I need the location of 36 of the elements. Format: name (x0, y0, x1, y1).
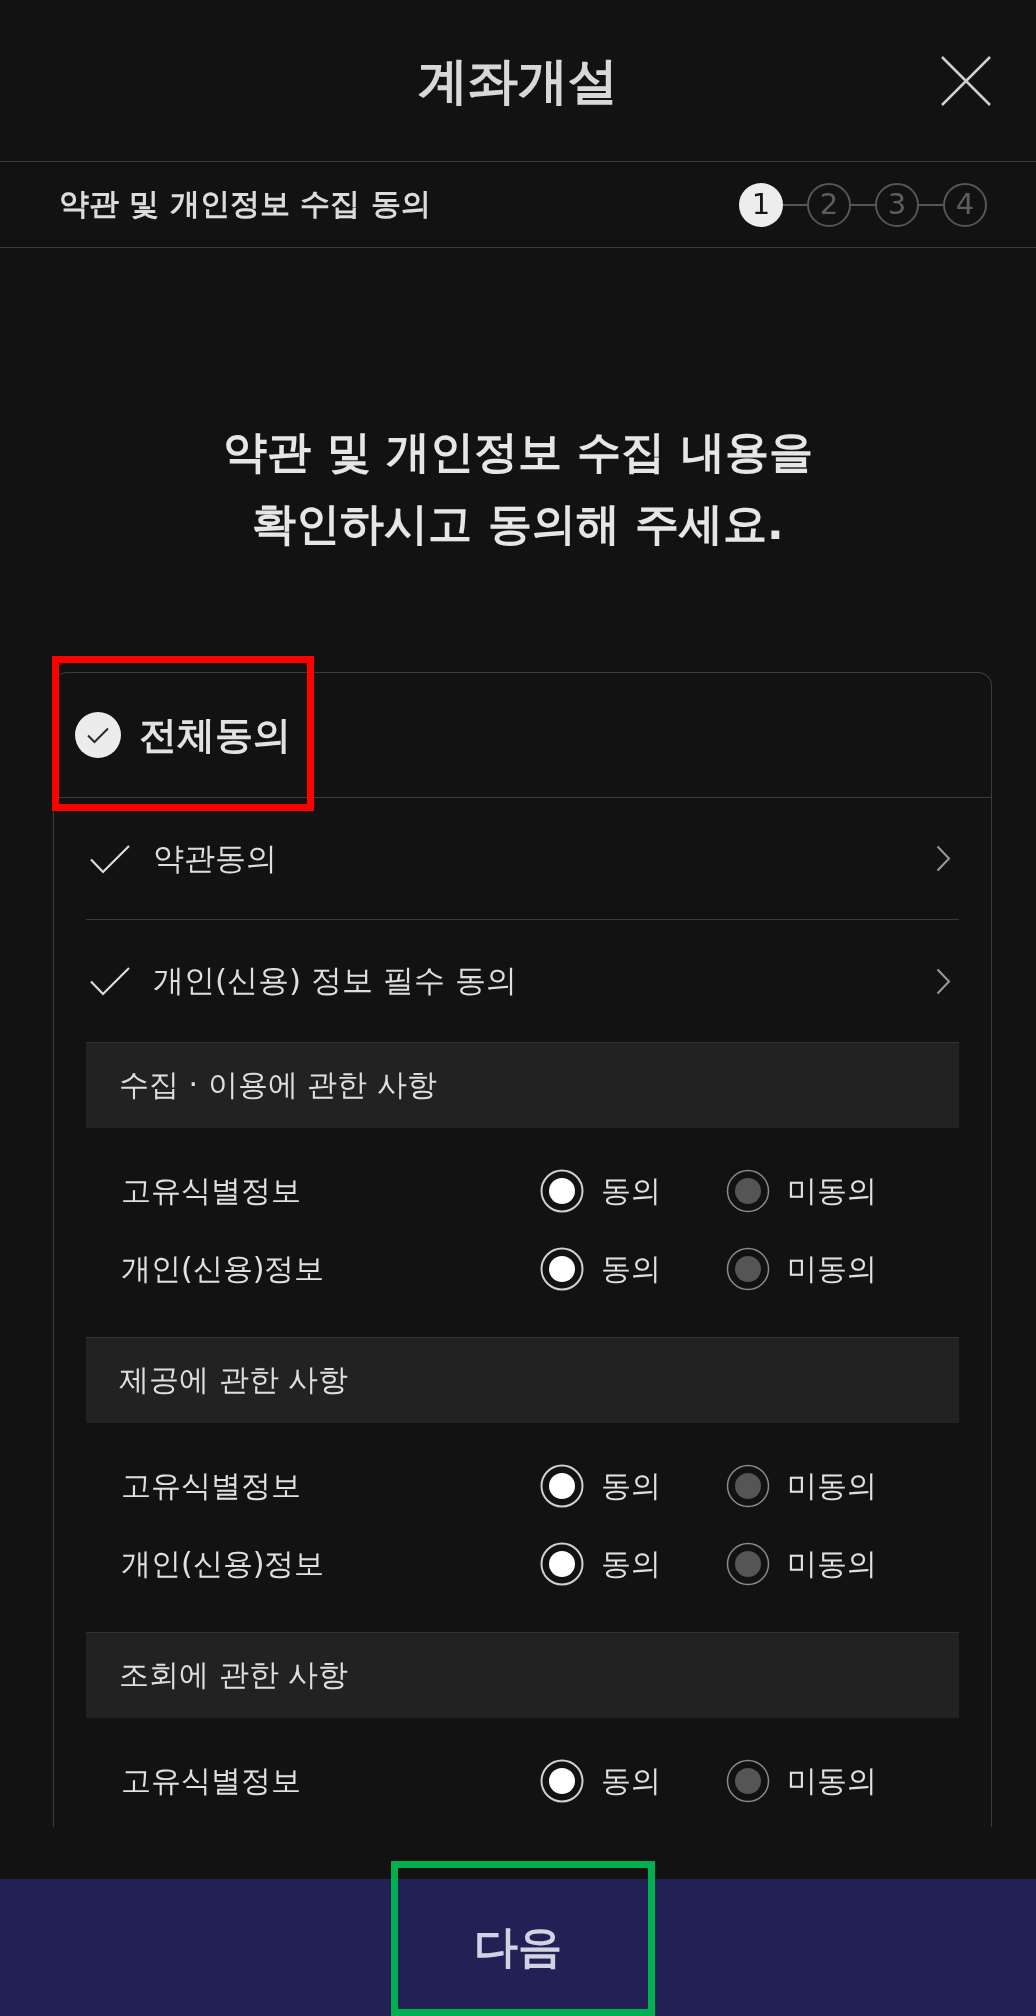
consent-option[interactable]: 동의 (540, 1464, 661, 1508)
consent-option[interactable]: 미동의 (726, 1169, 877, 1213)
screen-title: 계좌개설 (418, 50, 618, 111)
consent-option[interactable]: 동의 (540, 1759, 661, 1803)
agree-all-checkbox[interactable]: 전체동의 (54, 673, 991, 798)
consent-option[interactable]: 미동의 (726, 1759, 877, 1803)
consent-label: 고유식별정보 (121, 1466, 301, 1505)
consent-label: 고유식별정보 (121, 1171, 301, 1210)
consent-label: 개인(신용)정보 (121, 1544, 325, 1583)
close-icon (941, 55, 991, 106)
section-header: 조회에 관한 사항 (86, 1632, 959, 1718)
step-title: 약관 및 개인정보 수집 동의 (59, 185, 431, 223)
consent-option[interactable]: 미동의 (726, 1464, 877, 1508)
step-indicator: 2 (807, 182, 851, 227)
consent-label: 고유식별정보 (121, 1761, 301, 1800)
step-indicator: 3 (875, 182, 919, 227)
step-connector (783, 203, 807, 206)
step-indicator: 4 (943, 182, 987, 227)
step-connector (851, 203, 875, 206)
close-button[interactable] (941, 55, 991, 106)
consent-option[interactable]: 미동의 (726, 1542, 877, 1586)
consent-option[interactable]: 동의 (540, 1542, 661, 1586)
consent-option[interactable]: 미동의 (726, 1247, 877, 1291)
consent-option[interactable]: 동의 (540, 1169, 661, 1213)
consent-option[interactable]: 동의 (540, 1247, 661, 1291)
step-indicator: 1 (739, 182, 783, 227)
agreement-item[interactable]: 약관동의 (86, 798, 959, 920)
chevron-right-icon (936, 967, 951, 995)
consent-label: 개인(신용)정보 (121, 1249, 325, 1288)
instruction-heading: 약관 및 개인정보 수집 내용을 확인하시고 동의해 주세요. (222, 425, 814, 551)
section-header: 제공에 관한 사항 (86, 1337, 959, 1423)
section-header: 수집 · 이용에 관한 사항 (86, 1042, 959, 1128)
chevron-right-icon (936, 845, 951, 872)
step-connector (919, 203, 943, 206)
next-button[interactable]: 다음 (0, 1879, 1036, 2016)
agreement-item[interactable]: 개인(신용) 정보 필수 동의 (86, 920, 959, 1042)
